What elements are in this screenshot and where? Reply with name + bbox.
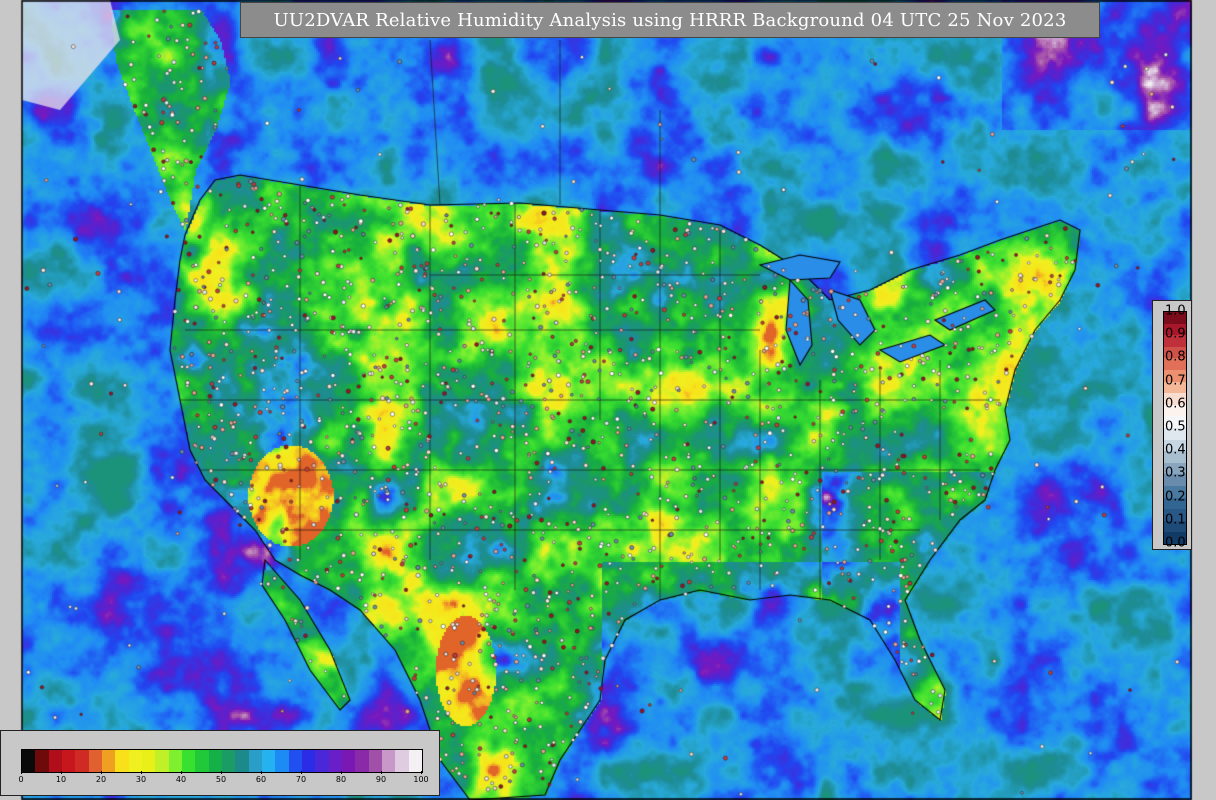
rh-colorbar-segment — [288, 750, 302, 772]
rh-colorbar-tick-label: 30 — [135, 775, 147, 784]
map-title-box: UU2DVAR Relative Humidity Analysis using… — [240, 2, 1100, 38]
rh-colorbar-segment — [275, 750, 289, 772]
rh-colorbar-tick-mark — [141, 771, 142, 774]
rh-colorbar-tick-mark — [221, 771, 222, 774]
rh-colorbar-segment — [261, 750, 276, 772]
rh-colorbar-tick-mark — [381, 771, 382, 774]
relative-humidity-colorbar: 0 10 20 30 40 50 60 70 80 90 100 — [0, 730, 440, 796]
rh-colorbar-segment — [75, 750, 89, 772]
observation-colorbar-tick-label: 0.6 — [1165, 396, 1186, 412]
rh-colorbar-tick-label: 60 — [255, 775, 267, 784]
observation-colorbar-tick-label: 0.7 — [1165, 373, 1186, 389]
relative-humidity-colorbar-gradient — [21, 749, 423, 773]
rh-colorbar-tick-label: 100 — [413, 775, 429, 784]
rh-colorbar-tick-mark — [301, 771, 302, 774]
rh-colorbar-segment — [355, 750, 369, 772]
rh-colorbar-segment — [341, 750, 356, 772]
rh-colorbar-segment — [35, 750, 49, 772]
observation-colorbar-tick-label: 0.9 — [1165, 326, 1186, 342]
observation-colorbar-tick-label: 0.1 — [1165, 512, 1186, 528]
rh-colorbar-segment — [368, 750, 382, 772]
observation-colorbar: 1.0 0.9 0.8 0.7 0.6 0.5 0.4 0.3 0.2 0.1 0.0 — [1152, 300, 1192, 551]
rh-colorbar-tick-mark — [21, 771, 22, 774]
rh-colorbar-segment — [181, 750, 196, 772]
rh-colorbar-segment — [195, 750, 209, 772]
observation-colorbar-tick-label: 1.0 — [1165, 303, 1186, 319]
rh-colorbar-tick-label: 70 — [295, 775, 307, 784]
rh-colorbar-tick-label: 10 — [55, 775, 67, 784]
rh-colorbar-segment — [22, 750, 36, 772]
rh-colorbar-tick-mark — [101, 771, 102, 774]
observation-colorbar-tick-label: 0.5 — [1165, 419, 1186, 435]
rh-colorbar-segment — [395, 750, 409, 772]
rh-colorbar-tick-mark — [61, 771, 62, 774]
rh-colorbar-tick-label: 50 — [215, 775, 227, 784]
rh-colorbar-tick-label: 40 — [175, 775, 187, 784]
humidity-analysis-map — [0, 0, 1216, 800]
rh-colorbar-segment — [115, 750, 129, 772]
rh-colorbar-tick-mark — [341, 771, 342, 774]
observation-colorbar-tick-label: 0.3 — [1165, 465, 1186, 481]
rh-colorbar-segment — [141, 750, 156, 772]
rh-colorbar-segment — [381, 750, 396, 772]
rh-colorbar-segment — [221, 750, 236, 772]
rh-colorbar-segment — [408, 750, 422, 772]
map-title: UU2DVAR Relative Humidity Analysis using… — [273, 9, 1067, 31]
rh-colorbar-segment — [328, 750, 342, 772]
rh-colorbar-segment — [101, 750, 116, 772]
rh-colorbar-segment — [168, 750, 182, 772]
rh-colorbar-segment — [248, 750, 262, 772]
rh-colorbar-segment — [128, 750, 142, 772]
rh-colorbar-segment — [208, 750, 222, 772]
rh-colorbar-segment — [88, 750, 102, 772]
rh-colorbar-tick-label: 90 — [375, 775, 387, 784]
rh-colorbar-segment — [48, 750, 62, 772]
rh-colorbar-segment — [301, 750, 316, 772]
rh-colorbar-segment — [155, 750, 169, 772]
rh-colorbar-tick-label: 20 — [95, 775, 107, 784]
rh-colorbar-segment — [61, 750, 76, 772]
observation-colorbar-tick-label: 0.2 — [1165, 489, 1186, 505]
rh-colorbar-tick-label: 0 — [18, 775, 24, 784]
rh-colorbar-tick-label: 80 — [335, 775, 347, 784]
rh-colorbar-segment — [235, 750, 249, 772]
rh-colorbar-segment — [315, 750, 329, 772]
rh-colorbar-tick-mark — [421, 771, 422, 774]
rh-colorbar-tick-mark — [181, 771, 182, 774]
rh-colorbar-tick-mark — [261, 771, 262, 774]
observation-colorbar-tick-label: 0.0 — [1165, 535, 1186, 551]
observation-colorbar-tick-label: 0.4 — [1165, 442, 1186, 458]
observation-colorbar-tick-label: 0.8 — [1165, 349, 1186, 365]
